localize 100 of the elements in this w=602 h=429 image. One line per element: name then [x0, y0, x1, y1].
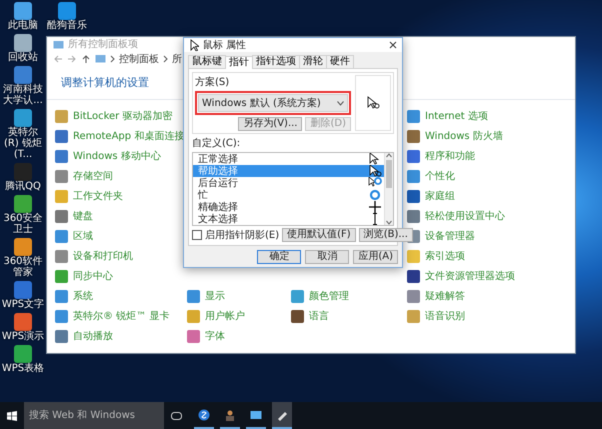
icon-label: 腾讯QQ: [4, 181, 42, 192]
applet-icon: [55, 170, 68, 182]
app-icon[interactable]: [14, 66, 32, 84]
applet-link[interactable]: 语音识别: [425, 309, 465, 323]
applet-link[interactable]: 设备和打印机: [73, 249, 133, 263]
chevron-icon: [110, 54, 115, 62]
applet-link[interactable]: Internet 选项: [425, 109, 488, 123]
applet-icon: [407, 290, 420, 302]
applet-link[interactable]: 语言: [309, 309, 329, 323]
close-icon[interactable]: [389, 41, 397, 49]
forward-arrow-icon[interactable]: [67, 54, 77, 64]
applet-link[interactable]: 程序和功能: [425, 149, 475, 163]
app-icon[interactable]: [14, 109, 32, 127]
cursor-list[interactable]: 正常选择 帮助选择 后台运行 忙 精确选择 文本选择: [192, 152, 394, 226]
applet-icon: [55, 190, 68, 202]
taskbar-app[interactable]: [272, 402, 292, 429]
help-pointer-icon: [368, 165, 382, 177]
applet-link[interactable]: 同步中心: [73, 269, 113, 283]
icon-label: 360软件管家: [2, 256, 44, 278]
working-pointer-icon: [368, 177, 382, 189]
applet-link[interactable]: 区域: [73, 229, 93, 243]
pointer-icon: [366, 96, 380, 110]
cursor-row[interactable]: 正常选择: [193, 153, 384, 165]
checkbox-label: 启用指针阴影(E): [205, 228, 280, 242]
applet-link[interactable]: 疑难解答: [425, 289, 465, 303]
windows-logo-icon: [7, 410, 17, 420]
app-icon[interactable]: [14, 238, 32, 256]
cursor-name: 文本选择: [198, 212, 238, 226]
cursor-row[interactable]: 文本选择: [193, 213, 384, 225]
applet-link[interactable]: 系统: [73, 289, 93, 303]
scroll-down-icon[interactable]: [386, 220, 392, 225]
tab[interactable]: 滑轮: [299, 55, 327, 68]
applet-link[interactable]: 工作文件夹: [73, 189, 123, 203]
dialog-button[interactable]: 使用默认值(F): [282, 228, 356, 242]
applet-link[interactable]: Windows 防火墙: [425, 129, 503, 143]
checkbox[interactable]: [192, 230, 202, 240]
applet-link[interactable]: 轻松使用设置中心: [425, 209, 505, 223]
applet-icon: [55, 290, 68, 302]
applet-icon: [407, 210, 420, 222]
dialog-button[interactable]: 浏览(B)...: [358, 228, 413, 242]
applet-icon: [55, 230, 68, 242]
cursor-name: 后台运行: [198, 176, 238, 190]
applet-icon: [407, 130, 420, 142]
tab[interactable]: 指针选项: [252, 55, 300, 68]
breadcrumb-item[interactable]: 控制面板: [119, 52, 159, 66]
scrollbar-thumb[interactable]: [386, 160, 392, 188]
up-arrow-icon[interactable]: [81, 54, 91, 64]
applet-link[interactable]: 用户帐户: [205, 309, 245, 323]
icon-label: 英特尔(R) 锐炬(T...: [3, 127, 43, 160]
applet-link[interactable]: 颜色管理: [309, 289, 349, 303]
search-field[interactable]: 搜索 Web 和 Windows: [24, 402, 164, 429]
cursor-name: 正常选择: [198, 152, 238, 166]
tab[interactable]: 鼠标键: [188, 55, 226, 68]
applet-link[interactable]: 英特尔® 锐炬™ 显卡: [73, 309, 170, 323]
tab[interactable]: 指针: [225, 56, 253, 69]
applet-link[interactable]: 显示: [205, 289, 225, 303]
app-icon[interactable]: [14, 34, 32, 52]
app-icon[interactable]: [14, 281, 32, 299]
app-icon[interactable]: [14, 2, 32, 20]
applet-link[interactable]: 索引选项: [425, 249, 465, 263]
applet-link[interactable]: Windows 移动中心: [73, 149, 161, 163]
applet-icon: [55, 210, 68, 222]
app-icon[interactable]: [14, 345, 32, 363]
applet-icon: [55, 150, 68, 162]
applet-link[interactable]: 设备管理器: [425, 229, 475, 243]
breadcrumb-item[interactable]: 所: [172, 52, 182, 66]
cursor-name: 精确选择: [198, 200, 238, 214]
icon-label: 此电脑: [7, 20, 39, 31]
applet-link[interactable]: 字体: [205, 329, 225, 343]
icon-label: 酷狗音乐: [46, 20, 88, 31]
monitor-icon: [250, 408, 262, 420]
applet-link[interactable]: 键盘: [73, 209, 93, 223]
dialog-button[interactable]: 取消: [305, 250, 350, 264]
cursor-row[interactable]: 帮助选择: [193, 165, 384, 177]
applet-link[interactable]: 家庭组: [425, 189, 455, 203]
dialog-button[interactable]: 应用(A): [353, 250, 398, 264]
cursor-row[interactable]: 忙: [193, 189, 384, 201]
applet-link[interactable]: BitLocker 驱动器加密: [73, 109, 172, 123]
cursor-row[interactable]: 精确选择: [193, 201, 384, 213]
applet-link[interactable]: 自动播放: [73, 329, 113, 343]
scroll-up-icon[interactable]: [386, 153, 392, 158]
applet-icon: [55, 330, 68, 342]
chevron-icon: [163, 54, 168, 62]
dialog-button[interactable]: 确定: [257, 250, 302, 264]
applet-link[interactable]: 个性化: [425, 169, 455, 183]
app-icon[interactable]: [14, 313, 32, 331]
cursor-row[interactable]: 后台运行: [193, 177, 384, 189]
icon-label: WPS表格: [1, 363, 45, 374]
back-arrow-icon[interactable]: [53, 54, 63, 64]
scheme-button[interactable]: 另存为(V)...: [238, 117, 302, 131]
applet-icon: [55, 270, 68, 282]
scheme-dropdown[interactable]: Windows 默认 (系统方案): [198, 94, 348, 112]
applet-icon: [407, 270, 420, 282]
applet-link[interactable]: 存储空间: [73, 169, 113, 183]
app-icon[interactable]: [14, 195, 32, 213]
app-icon[interactable]: [58, 2, 76, 20]
applet-icon: [407, 310, 420, 322]
applet-link[interactable]: 文件资源管理器选项: [425, 269, 515, 283]
applet-icon: [187, 330, 200, 342]
tab[interactable]: 硬件: [326, 55, 354, 68]
